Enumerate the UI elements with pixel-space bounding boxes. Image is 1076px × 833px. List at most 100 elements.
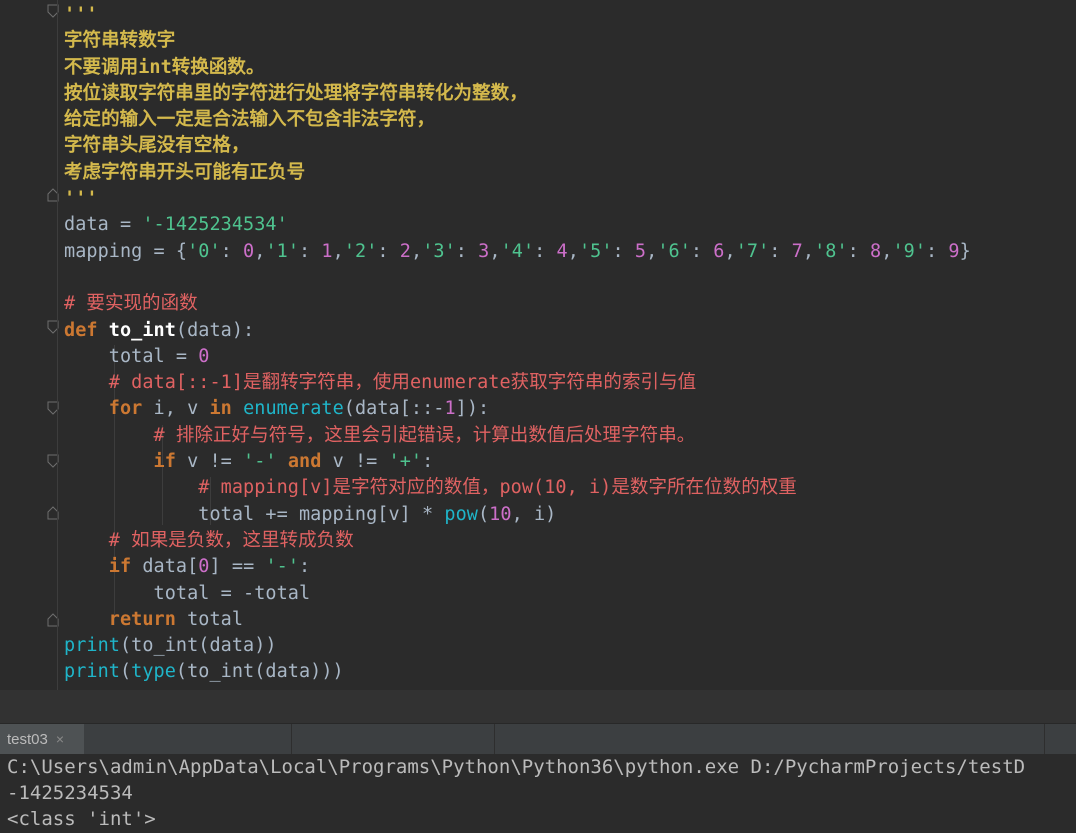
code-token: 是数字所在位数的权重 — [611, 477, 797, 499]
code-token: , — [724, 240, 736, 262]
code-token: '8' — [814, 240, 848, 262]
code-line[interactable]: # 排除正好与符号，这里会引起错误，计算出数值后处理字符串。 — [64, 423, 1076, 449]
code-line[interactable]: total = -total — [64, 581, 1076, 607]
code-token: ( — [119, 661, 132, 683]
code-token: 如果是负数，这里转成负数 — [131, 529, 354, 551]
code-token: = — [108, 214, 143, 236]
code-token: , — [254, 240, 266, 262]
code-editor[interactable]: ''' 字符串转数字 不要调用int转换函数。 按位读取字符串里的字符进行处理将字符串… — [0, 0, 1076, 690]
code-token: '5' — [578, 240, 613, 262]
code-token: 字符串头尾没有空格， — [64, 135, 250, 157]
code-token: enumerate — [409, 372, 511, 394]
code-token: int — [138, 56, 172, 78]
code-token: if — [108, 556, 143, 578]
code-token: i, v — [153, 398, 210, 420]
code-token: data[ — [142, 556, 199, 578]
code-token: 1 — [321, 240, 333, 262]
code-line[interactable]: # 如果是负数，这里转成负数 — [64, 528, 1076, 554]
code-token: '9' — [892, 240, 927, 262]
code-line[interactable]: 按位读取字符串里的字符进行处理将字符串转化为整数， — [64, 81, 1076, 107]
code-lines[interactable]: ''' 字符串转数字 不要调用int转换函数。 按位读取字符串里的字符进行处理将字符串… — [64, 2, 1076, 686]
code-line[interactable]: # data[::-1]是翻转字符串，使用enumerate获取字符串的索引与值 — [64, 370, 1076, 396]
code-token: 9 — [948, 240, 960, 262]
code-token: 给定的输入一定是合法输入不包含非法字符， — [64, 109, 436, 131]
code-line[interactable]: # mapping[v]是字符对应的数值，pow(10, i)是数字所在位数的权… — [64, 475, 1076, 501]
code-token: : — [926, 240, 949, 262]
code-line[interactable]: 给定的输入一定是合法输入不包含非法字符， — [64, 107, 1076, 133]
code-token: '-' — [265, 556, 300, 578]
code-token: return — [108, 608, 188, 630]
code-token: v != — [332, 451, 389, 473]
code-token: '-' — [243, 451, 288, 473]
code-line[interactable]: total = 0 — [64, 344, 1076, 370]
code-token: pow — [444, 503, 478, 525]
code-token: : — [769, 240, 792, 262]
code-token: : — [847, 240, 871, 262]
code-line[interactable]: return total — [64, 607, 1076, 633]
code-token: '1' — [265, 240, 300, 262]
code-token: : — [299, 556, 311, 578]
code-line[interactable]: ''' — [64, 2, 1076, 28]
code-line[interactable]: total += mapping[v] * pow(10, i) — [64, 502, 1076, 528]
code-token: 5 — [634, 240, 647, 262]
code-line[interactable]: print(to_int(data)) — [64, 633, 1076, 659]
code-token: data — [64, 214, 109, 236]
code-line[interactable] — [64, 265, 1076, 291]
code-token: ''' — [64, 188, 98, 210]
code-token: , — [411, 240, 423, 262]
code-line[interactable]: # 要实现的函数 — [64, 291, 1076, 317]
close-icon[interactable]: × — [56, 731, 64, 747]
code-line[interactable]: 考虑字符串开头可能有正负号 — [64, 160, 1076, 186]
code-line[interactable]: if data[0] == '-': — [64, 554, 1076, 580]
code-token: 0 — [198, 556, 210, 578]
run-console[interactable]: C:\Users\admin\AppData\Local\Programs\Py… — [0, 754, 1076, 833]
code-token: ]): — [455, 398, 490, 420]
code-token: , — [489, 240, 501, 262]
code-token: 考虑字符串开头可能有正负号 — [64, 161, 306, 183]
code-token: , — [802, 240, 815, 262]
code-token: and — [287, 451, 333, 473]
code-token: 获取字符串的索引与值 — [510, 372, 697, 394]
code-token: : — [534, 240, 557, 262]
code-line[interactable]: def to_int(data): — [64, 318, 1076, 344]
panel-separator[interactable] — [0, 690, 1076, 723]
code-token: '2' — [343, 240, 378, 262]
gutter-border — [57, 0, 58, 690]
code-token: 2 — [399, 240, 411, 262]
code-token: if — [153, 451, 188, 473]
code-line[interactable]: ''' — [64, 186, 1076, 212]
code-line[interactable]: 字符串头尾没有空格， — [64, 133, 1076, 159]
code-line[interactable]: data = '-1425234534' — [64, 212, 1076, 238]
code-line[interactable]: 字符串转数字 — [64, 28, 1076, 54]
code-token: v != — [187, 451, 244, 473]
run-tab[interactable]: test03 × — [0, 724, 84, 754]
code-token: (data[::- — [343, 398, 445, 420]
code-line[interactable]: if v != '-' and v != '+': — [64, 449, 1076, 475]
code-token: type — [131, 661, 176, 683]
code-token: 3 — [478, 240, 490, 262]
code-token: for — [108, 398, 154, 420]
code-token: : — [455, 240, 479, 262]
code-token: total = — [64, 345, 199, 367]
code-token: 7 — [791, 240, 803, 262]
tab-divider — [291, 724, 292, 754]
code-token: ] == — [209, 556, 266, 578]
code-line[interactable]: for i, v in enumerate(data[::-1]): — [64, 396, 1076, 422]
code-line[interactable]: print(type(to_int(data))) — [64, 659, 1076, 685]
code-token: 6 — [713, 240, 725, 262]
code-line[interactable]: 不要调用int转换函数。 — [64, 55, 1076, 81]
code-token: , — [646, 240, 658, 262]
code-token: ( — [477, 503, 490, 525]
code-token: , — [881, 240, 893, 262]
code-token: (to_int(data))) — [175, 661, 344, 683]
code-token: 字符串转数字 — [64, 30, 176, 52]
code-token: print — [64, 661, 120, 683]
code-token: 是字符对应的数值， — [332, 477, 500, 499]
code-token: '7' — [735, 240, 770, 262]
code-line[interactable]: mapping = {'0': 0,'1': 1,'2': 2,'3': 3,'… — [64, 239, 1076, 265]
code-token: } — [959, 240, 971, 262]
code-token: 转换函数。 — [171, 56, 265, 78]
